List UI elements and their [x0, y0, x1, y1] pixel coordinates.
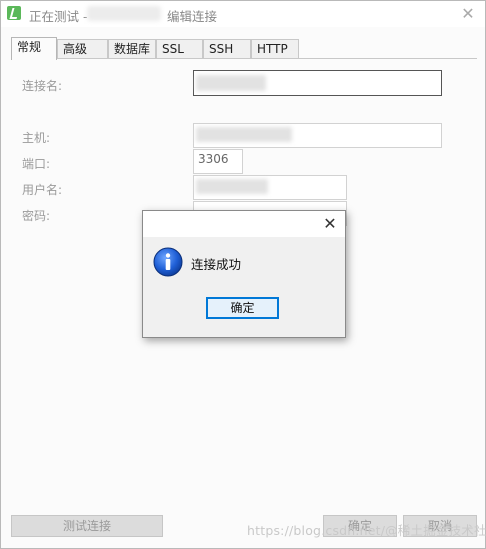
password-label: 密码:	[22, 209, 51, 223]
username-label: 用户名:	[22, 183, 63, 197]
port-value: 3306	[198, 152, 229, 166]
tab-advanced[interactable]: 高级	[57, 39, 108, 59]
info-icon	[153, 247, 183, 277]
test-connection-button[interactable]: 测试连接	[11, 515, 163, 537]
redacted-value	[196, 75, 266, 91]
port-label: 端口:	[22, 157, 51, 171]
tab-http[interactable]: HTTP	[251, 39, 299, 59]
connection-success-dialog: ✕ 连接成功 确定	[142, 210, 346, 338]
tab-database[interactable]: 数据库	[108, 39, 156, 59]
redacted-connection-name	[87, 6, 161, 21]
tab-ssl[interactable]: SSL	[156, 39, 203, 59]
connection-name-input[interactable]	[193, 70, 442, 96]
host-input[interactable]	[193, 123, 442, 148]
watermark-text: https://blog.csdn.net/@稀土掘金技术社区	[247, 523, 486, 538]
app-logo-icon	[7, 6, 21, 20]
host-label: 主机:	[22, 131, 51, 145]
port-input[interactable]: 3306	[193, 149, 243, 174]
tab-panel-border	[11, 58, 477, 59]
redacted-value	[196, 179, 268, 194]
window-title-suffix: 编辑连接	[167, 9, 218, 24]
dialog-close-icon[interactable]: ✕	[319, 213, 341, 235]
tab-ssh[interactable]: SSH	[203, 39, 251, 59]
username-input[interactable]	[193, 175, 347, 200]
dialog-message: 连接成功	[191, 257, 242, 272]
window-close-icon[interactable]: ✕	[456, 3, 480, 25]
connection-name-label: 连接名:	[22, 79, 63, 93]
tab-general[interactable]: 常规	[11, 37, 57, 60]
window-title-prefix: 正在测试 -	[29, 9, 88, 24]
window-titlebar: 正在测试 - 编辑连接 ✕	[1, 1, 485, 27]
dialog-ok-button[interactable]: 确定	[206, 297, 279, 319]
dialog-titlebar: ✕	[143, 211, 345, 237]
redacted-value	[196, 127, 292, 142]
